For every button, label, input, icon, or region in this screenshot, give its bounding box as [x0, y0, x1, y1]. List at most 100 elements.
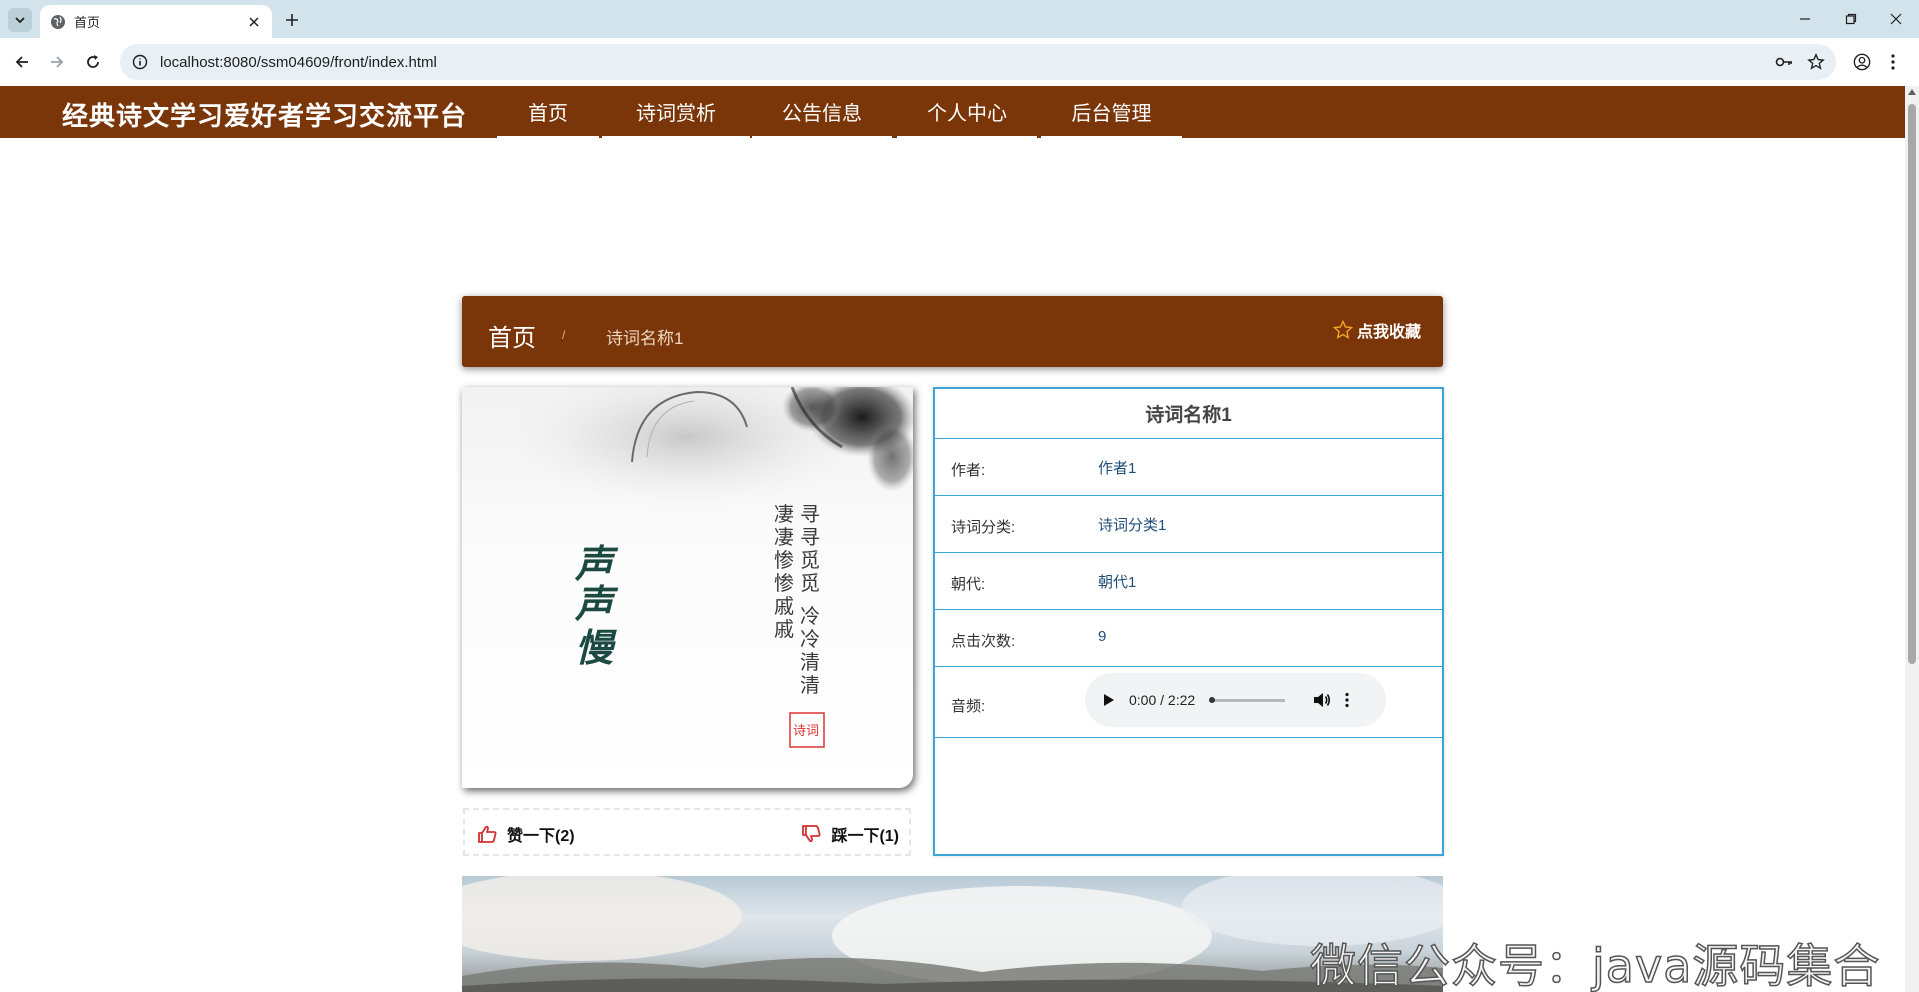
info-label: 作者:	[951, 462, 986, 479]
landscape-banner-image	[462, 876, 1443, 992]
chevron-down-icon	[15, 17, 25, 24]
back-button[interactable]	[10, 50, 34, 74]
nav-personal-center[interactable]: 个人中心	[897, 86, 1037, 138]
vote-bar: 赞一下(2) 踩一下(1)	[463, 808, 911, 856]
nav-home[interactable]: 首页	[497, 86, 599, 138]
verse-char-c2-7: 清	[800, 650, 820, 674]
audio-progress-slider[interactable]	[1209, 696, 1286, 703]
cover-title-char-3: 慢	[575, 625, 617, 670]
page-scrollbar[interactable]	[1905, 86, 1919, 992]
scroll-up-arrow-icon[interactable]	[1908, 89, 1916, 95]
site-header: 经典诗文学习爱好者学习交流平台 首页 诗词赏析 公告信息 个人中心 后台管理	[0, 86, 1905, 138]
poem-info-table: 诗词名称1 作者: 作者1 诗词分类: 诗词分类1 朝代: 朝代1 点击次数: …	[933, 387, 1444, 856]
verse-char-c1-2: 凄	[774, 525, 794, 549]
audio-player[interactable]: 0:00 / 2:22	[1085, 673, 1386, 727]
info-label: 朝代:	[951, 576, 986, 593]
minimize-icon	[1800, 18, 1810, 20]
breadcrumb-current: 诗词名称1	[606, 329, 684, 348]
info-row-category: 诗词分类: 诗词分类1	[935, 496, 1442, 553]
close-icon	[1890, 13, 1902, 25]
breadcrumb-home-link[interactable]: 首页	[488, 318, 536, 353]
verse-char-c1-4: 惨	[774, 571, 794, 595]
star-icon	[1332, 320, 1353, 340]
info-value: 9	[1098, 628, 1107, 645]
cover-title-char-2: 声	[574, 581, 619, 626]
poem-info-title: 诗词名称1	[935, 389, 1442, 439]
watermark-text: 微信公众号：java源码集合	[1309, 938, 1881, 992]
restore-button[interactable]	[1828, 0, 1874, 38]
info-value: 朝代1	[1098, 574, 1137, 591]
dislike-button[interactable]: 踩一下(1)	[801, 822, 899, 846]
verse-char-c2-8: 清	[800, 673, 820, 697]
verse-char-c2-3: 觅	[800, 548, 820, 572]
close-window-button[interactable]	[1873, 0, 1919, 38]
close-tab-icon[interactable]	[246, 14, 262, 30]
verse-char-c2-5: 冷	[800, 604, 820, 628]
info-row-audio: 音频: 0:00 / 2:22	[935, 667, 1442, 738]
plus-icon	[286, 14, 298, 26]
nav-poem-appreciation[interactable]: 诗词赏析	[602, 86, 750, 138]
browser-toolbar: localhost:8080/ssm04609/front/index.html	[0, 38, 1919, 86]
verse-char-c2-4: 觅	[800, 571, 820, 595]
verse-char-c1-5: 戚	[774, 594, 794, 618]
more-vertical-icon	[1891, 54, 1895, 70]
poem-cover-image: 声 声 慢 寻 寻 觅 觅 冷 冷 清 清 凄 凄 惨 惨 戚 戚 诗词	[462, 387, 913, 788]
info-value: 诗词分类1	[1098, 517, 1167, 534]
reload-icon	[87, 55, 99, 68]
password-key-icon[interactable]	[1772, 50, 1796, 74]
tab-search-button[interactable]	[8, 8, 32, 32]
globe-icon	[51, 14, 65, 29]
cover-title-char-1: 声	[574, 541, 619, 586]
site-info-icon[interactable]	[132, 54, 148, 70]
like-label: 赞一下(2)	[507, 828, 575, 845]
arrow-left-icon	[15, 56, 28, 68]
audio-time: 0:00 / 2:22	[1129, 692, 1196, 708]
restore-icon	[1845, 13, 1857, 25]
site-title: 经典诗文学习爱好者学习交流平台	[62, 101, 468, 131]
breadcrumb: 首页 / 诗词名称1 点我收藏	[462, 296, 1443, 367]
volume-icon[interactable]	[1313, 692, 1331, 708]
browser-menu-button[interactable]	[1881, 50, 1905, 74]
reload-button[interactable]	[81, 50, 105, 74]
minimize-button[interactable]	[1782, 0, 1828, 38]
address-bar[interactable]: localhost:8080/ssm04609/front/index.html	[120, 44, 1836, 80]
dislike-label: 踩一下(1)	[831, 828, 899, 845]
info-value: 作者1	[1098, 460, 1137, 477]
forward-button[interactable]	[45, 50, 69, 74]
url-text: localhost:8080/ssm04609/front/index.html	[160, 53, 437, 71]
favorite-label: 点我收藏	[1356, 324, 1421, 341]
breadcrumb-separator: /	[562, 328, 566, 342]
profile-icon	[1853, 53, 1871, 71]
info-label: 诗词分类:	[951, 519, 1016, 536]
info-label: 点击次数:	[951, 633, 1016, 650]
verse-char-c2-2: 寻	[800, 525, 820, 549]
browser-tab[interactable]: 首页	[40, 5, 272, 38]
play-icon[interactable]	[1103, 693, 1115, 707]
info-row-dynasty: 朝代: 朝代1	[935, 553, 1442, 610]
favorite-button[interactable]: 点我收藏	[1332, 318, 1421, 342]
profile-button[interactable]	[1850, 50, 1874, 74]
verse-char-c1-3: 惨	[774, 548, 794, 572]
nav-announcements[interactable]: 公告信息	[752, 86, 892, 138]
info-row-click-count: 点击次数: 9	[935, 610, 1442, 667]
bookmark-star-icon[interactable]	[1804, 50, 1828, 74]
red-seal-text: 诗词	[793, 724, 819, 739]
arrow-right-icon	[51, 56, 64, 68]
like-button[interactable]: 赞一下(2)	[477, 822, 575, 846]
landscape-artwork	[462, 876, 1443, 992]
info-row-author: 作者: 作者1	[935, 439, 1442, 496]
more-options-icon[interactable]	[1345, 692, 1349, 708]
verse-char-c2-6: 冷	[800, 627, 820, 651]
scrollbar-thumb[interactable]	[1908, 104, 1916, 664]
nav-admin[interactable]: 后台管理	[1041, 86, 1182, 138]
verse-char-c1-6: 戚	[774, 617, 794, 641]
new-tab-button[interactable]	[281, 9, 303, 31]
info-label: 音频:	[951, 698, 986, 715]
poem-cover-artwork: 声 声 慢 寻 寻 觅 觅 冷 冷 清 清 凄 凄 惨 惨 戚 戚 诗词	[507, 387, 913, 748]
browser-tab-strip: 首页	[0, 0, 1919, 38]
thumbs-down-icon	[802, 825, 821, 843]
verse-char-c2-1: 寻	[800, 502, 820, 526]
tab-title: 首页	[74, 15, 101, 30]
verse-char-c1-1: 凄	[774, 502, 794, 526]
thumbs-up-icon	[478, 825, 497, 843]
